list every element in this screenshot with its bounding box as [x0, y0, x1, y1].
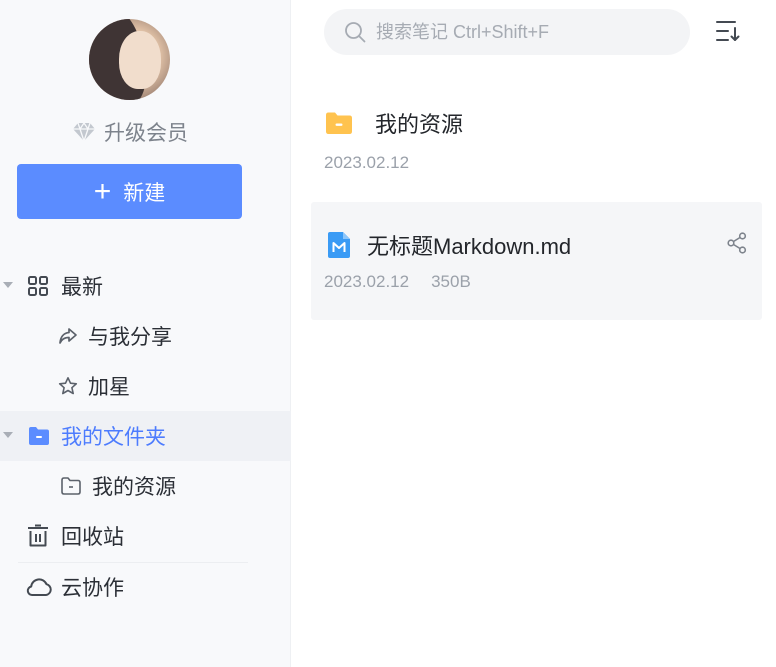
new-button-label: 新建: [123, 181, 166, 205]
sidebar-item-label: 加星: [88, 376, 130, 399]
search-input[interactable]: [374, 20, 678, 44]
list-item-file[interactable]: 无标题Markdown.md 2023.02.12 350B: [311, 202, 762, 320]
main-content: 我的资源 2023.02.12 无标题Markdown.md 2023.02.1…: [291, 0, 776, 667]
sort-button[interactable]: [715, 19, 741, 48]
markdown-file-icon: [328, 232, 350, 258]
share-icon: [727, 232, 747, 254]
item-size: 350B: [431, 272, 471, 291]
sidebar-item-starred[interactable]: 加星: [0, 361, 291, 411]
item-title: 我的资源: [375, 112, 464, 137]
sidebar-item-my-folder[interactable]: 我的文件夹: [0, 411, 291, 461]
sidebar-item-label: 我的资源: [92, 476, 176, 499]
upgrade-vip-label: 升级会员: [104, 122, 188, 145]
list-item-folder[interactable]: 我的资源 2023.02.12: [311, 93, 762, 193]
item-meta: 2023.02.12 350B: [324, 272, 471, 292]
item-date: 2023.02.12: [324, 153, 410, 172]
folder-outline-icon: [60, 476, 82, 496]
app-window: 升级会员 + 新建 最新 与我分享 加星 我的文件夹 我的资源 回收站 云协作 …: [0, 0, 776, 667]
sort-icon: [716, 21, 740, 41]
sidebar-item-label: 最新: [61, 276, 103, 299]
grid-icon: [27, 275, 49, 297]
expand-caret-icon[interactable]: [3, 282, 13, 288]
plus-icon: +: [93, 174, 112, 208]
cloud-icon: [25, 577, 53, 597]
search-box[interactable]: [324, 9, 690, 55]
avatar[interactable]: [89, 19, 170, 100]
sidebar-item-recent[interactable]: 最新: [0, 261, 291, 311]
item-date: 2023.02.12: [324, 272, 410, 291]
star-icon: [58, 376, 78, 396]
sidebar-item-my-resources[interactable]: 我的资源: [0, 461, 291, 511]
sidebar-item-shared[interactable]: 与我分享: [0, 311, 291, 361]
sidebar-item-label: 云协作: [61, 577, 124, 600]
folder-icon: [28, 426, 50, 446]
trash-icon: [26, 524, 50, 548]
diamond-icon: [73, 122, 95, 142]
search-icon: [345, 22, 366, 43]
item-meta: 2023.02.12: [324, 153, 409, 173]
item-title: 无标题Markdown.md: [367, 234, 572, 259]
sidebar-item-label: 我的文件夹: [61, 426, 166, 449]
sidebar: 升级会员 + 新建 最新 与我分享 加星 我的文件夹 我的资源 回收站 云协作: [0, 0, 291, 667]
sidebar-item-cloud[interactable]: 云协作: [0, 562, 291, 612]
avatar-face: [119, 31, 161, 89]
sidebar-item-trash[interactable]: 回收站: [0, 511, 291, 561]
sidebar-item-label: 与我分享: [88, 326, 172, 349]
sidebar-item-label: 回收站: [61, 526, 124, 549]
new-button[interactable]: + 新建: [17, 164, 242, 219]
folder-icon: [326, 112, 352, 134]
upgrade-vip-link[interactable]: 升级会员: [0, 117, 260, 147]
share-arrow-icon: [58, 326, 78, 346]
share-button[interactable]: [727, 232, 747, 259]
expand-caret-icon[interactable]: [3, 432, 13, 438]
